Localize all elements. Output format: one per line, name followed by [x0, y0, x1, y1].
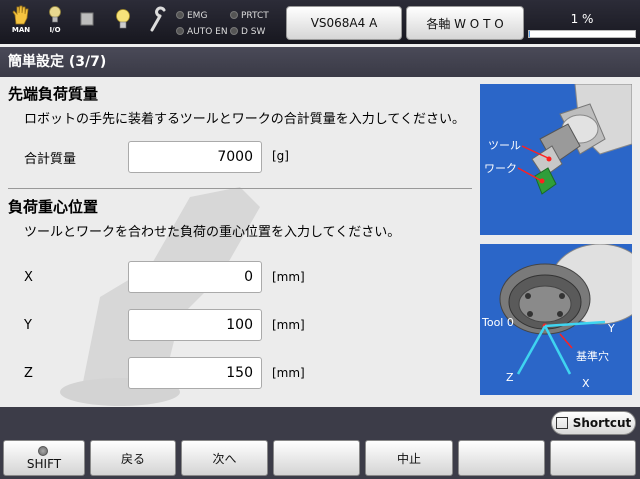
fkey-next-label: 次へ [212, 451, 237, 466]
axis-z-label: Z [506, 371, 514, 384]
lamp-icon[interactable] [108, 4, 138, 42]
fkey-cancel[interactable]: 中止 [365, 440, 453, 476]
cog-z-unit: [mm] [272, 366, 305, 380]
fkey-shift-label: SHIFT [26, 457, 62, 471]
section-desc-center-of-gravity: ツールとワークを合わせた負荷の重心位置を入力してください。 [24, 225, 401, 240]
emg-indicator: EMG [176, 10, 207, 22]
speed-percent[interactable]: 1 % [528, 12, 636, 26]
work-label: ワーク [484, 162, 517, 175]
fkey-f7[interactable] [550, 440, 636, 476]
stop-square-icon[interactable] [72, 4, 102, 42]
total-mass-label: 合計質量 [24, 152, 77, 167]
fkey-cancel-label: 中止 [396, 451, 421, 466]
page-title: 簡単設定 (3/7) [0, 47, 640, 77]
axis-x-label: X [582, 377, 590, 390]
fkey-next[interactable]: 次へ [181, 440, 268, 476]
robot-select-button[interactable]: VS068A4 A [286, 6, 402, 40]
speed-bar-fill [529, 31, 531, 37]
tool-label: ツール [488, 139, 521, 152]
shortcut-icon [555, 417, 568, 429]
tool0-label: Tool 0 [482, 316, 514, 329]
section-title-center-of-gravity: 負荷重心位置 [8, 198, 99, 216]
fkey-f6[interactable] [458, 440, 545, 476]
speed-bar[interactable] [528, 30, 636, 38]
coordinate-mode-button[interactable]: 各軸 W O T O [406, 6, 524, 40]
cog-y-label: Y [24, 318, 32, 333]
flange-coordinate-illustration: Tool 0 Y 基準穴 Z X [480, 244, 632, 395]
cog-x-unit: [mm] [272, 270, 305, 284]
reference-hole-label: 基準穴 [576, 350, 609, 363]
fkey-f4[interactable] [273, 440, 360, 476]
fkey-back-label: 戻る [120, 451, 145, 466]
manual-mode-icon[interactable]: MAN [6, 4, 36, 42]
cog-z-label: Z [24, 366, 33, 381]
cog-y-unit: [mm] [272, 318, 305, 332]
auto-en-indicator: AUTO EN [176, 26, 228, 38]
total-mass-input[interactable]: 7000 [128, 141, 262, 173]
total-mass-unit: [g] [272, 149, 289, 163]
tool-work-illustration: ツール ワーク [480, 84, 632, 235]
shortcut-label: Shortcut [572, 416, 632, 430]
status-bar: MAN I/O EMG PRTCT AUTO EN D SW VS068A4 A… [0, 0, 640, 44]
fkey-back[interactable]: 戻る [90, 440, 176, 476]
axis-y-label: Y [608, 322, 615, 335]
wrench-icon[interactable] [142, 4, 172, 42]
main-content: 先端負荷質量 ロボットの手先に装着するツールとワークの合計質量を入力してください… [0, 77, 640, 407]
section-desc-load-mass: ロボットの手先に装着するツールとワークの合計質量を入力してください。 [24, 112, 465, 127]
cog-x-input[interactable]: 0 [128, 261, 262, 293]
shortcut-button[interactable]: Shortcut [551, 411, 636, 435]
io-label: I/O [49, 26, 61, 34]
section-title-load-mass: 先端負荷質量 [8, 85, 99, 103]
cog-y-input[interactable]: 100 [128, 309, 262, 341]
cog-z-input[interactable]: 150 [128, 357, 262, 389]
io-icon[interactable]: I/O [40, 4, 70, 42]
d-sw-indicator: D SW [230, 26, 265, 38]
section-divider [8, 188, 472, 189]
prtct-indicator: PRTCT [230, 10, 269, 22]
manual-mode-label: MAN [11, 26, 31, 34]
cog-x-label: X [24, 270, 33, 285]
shift-led-icon [38, 446, 48, 456]
